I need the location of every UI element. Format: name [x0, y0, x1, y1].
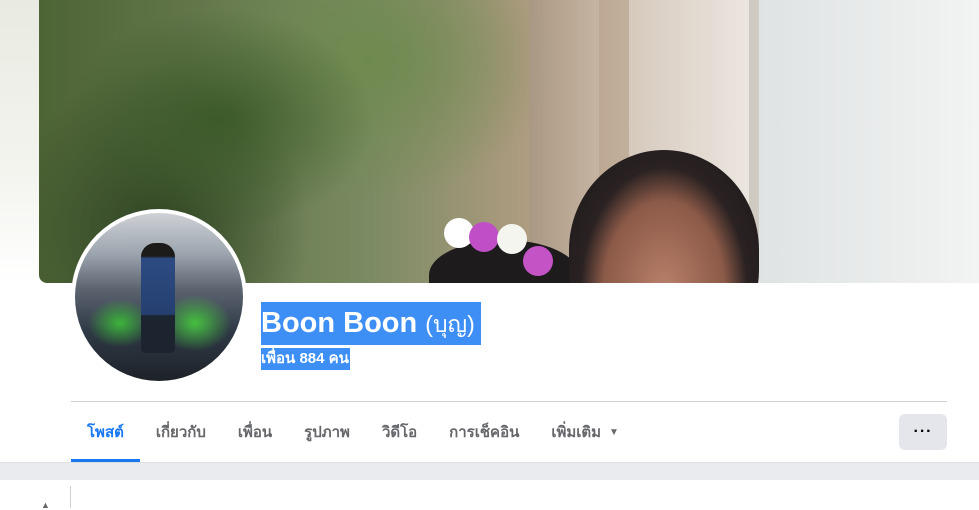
ellipsis-icon: ···	[913, 423, 933, 440]
tab-label: โพสต์	[87, 424, 124, 441]
cover-wall	[759, 0, 979, 283]
profile-picture[interactable]	[75, 213, 243, 381]
profile-tabs: โพสต์ เกี่ยวกับ เพื่อน รูปภาพ วิดีโอ การ…	[71, 402, 635, 462]
tab-label: เพิ่มเติม	[551, 424, 602, 441]
cover-flower	[497, 224, 527, 254]
tab-label: วิดีโอ	[381, 424, 418, 441]
tab-more[interactable]: เพิ่มเติม ▼	[535, 402, 635, 462]
tab-videos[interactable]: วิดีโอ	[366, 402, 433, 462]
tab-label: การเช็คอิน	[449, 424, 520, 441]
caret-up-icon: ▲	[41, 500, 50, 510]
content-separator	[0, 462, 979, 481]
more-options-button[interactable]: ···	[899, 414, 947, 450]
cover-flower	[523, 246, 553, 276]
tab-photos[interactable]: รูปภาพ	[288, 402, 366, 462]
cover-flower	[469, 222, 499, 252]
tab-checkins[interactable]: การเช็คอิน	[433, 402, 535, 462]
tab-label: รูปภาพ	[304, 424, 350, 441]
tab-label: เกี่ยวกับ	[155, 424, 206, 441]
tab-about[interactable]: เกี่ยวกับ	[140, 402, 222, 462]
tab-label: เพื่อน	[237, 424, 273, 441]
profile-alternate-name: (บุญ)	[425, 311, 475, 337]
friends-count-link[interactable]: เพื่อน 884 คน	[261, 348, 350, 370]
tab-friends[interactable]: เพื่อน	[222, 402, 288, 462]
column-divider	[70, 486, 71, 508]
left-background	[0, 0, 39, 283]
profile-name: Boon Boon (บุญ)	[261, 302, 481, 345]
profile-picture-person	[141, 243, 175, 353]
caret-down-icon: ▼	[609, 426, 619, 438]
tab-posts[interactable]: โพสต์	[71, 402, 140, 462]
profile-name-text: Boon Boon	[261, 307, 418, 339]
content-area	[0, 480, 979, 508]
profile-name-highlight: Boon Boon (บุญ)	[261, 302, 481, 345]
